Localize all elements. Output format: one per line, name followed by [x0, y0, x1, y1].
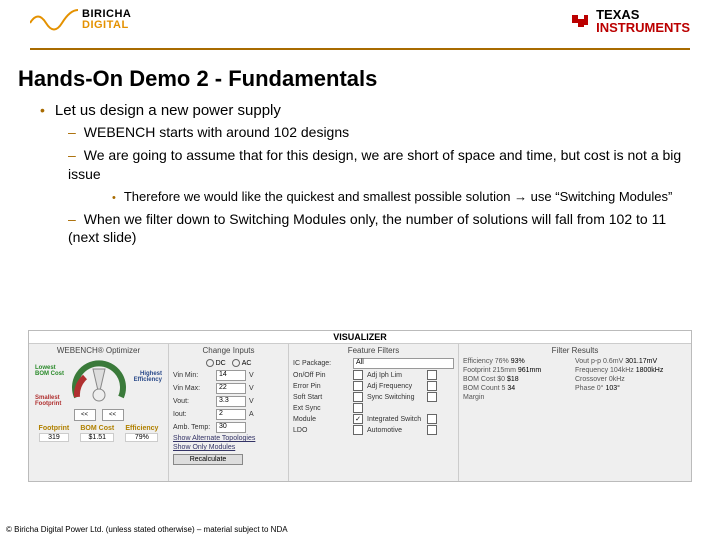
temp-input[interactable]: 30	[216, 422, 246, 433]
result-item: Crossover 0kHz	[575, 376, 687, 383]
feature-checkbox[interactable]	[353, 414, 363, 424]
feature-checkbox[interactable]	[427, 381, 437, 391]
filter-results-panel: Filter Results Efficiency 76% 93%Vout p-…	[459, 344, 691, 481]
gauge-label-cost: Lowest BOM Cost	[35, 365, 65, 377]
ti-chip-icon	[570, 11, 590, 31]
only-modules-link[interactable]: Show Only Modules	[173, 444, 284, 451]
header-divider	[30, 48, 690, 50]
bullet-l1: Let us design a new power supply WEBENCH…	[40, 102, 690, 247]
bullet-l3a: Therefore we would like the quickest and…	[112, 188, 690, 206]
feature-checkbox[interactable]	[353, 381, 363, 391]
bomcost-value: $1.51	[80, 433, 114, 442]
ti-logo: TEXAS INSTRUMENTS	[570, 8, 690, 34]
result-item: Phase 0° 103°	[575, 385, 687, 392]
result-item: Footprint 215mm 961mm	[463, 367, 575, 374]
vinmax-input[interactable]: 22	[216, 383, 246, 394]
ac-radio[interactable]: AC	[232, 359, 252, 367]
feature-checkbox[interactable]	[353, 370, 363, 380]
vout-input[interactable]: 3.3	[216, 396, 246, 407]
slide-title: Hands-On Demo 2 - Fundamentals	[18, 66, 377, 92]
footprint-value: 319	[39, 433, 70, 442]
brand-bottom: DIGITAL	[82, 19, 131, 31]
result-item: BOM Cost $0 $18	[463, 376, 575, 383]
result-item: Frequency 104kHz 1800kHz	[575, 367, 687, 374]
ti-text-bottom: INSTRUMENTS	[596, 21, 690, 34]
gauge-dial-icon[interactable]	[69, 357, 129, 407]
vinmin-input[interactable]: 14	[216, 370, 246, 381]
slide-content: Let us design a new power supply WEBENCH…	[40, 102, 690, 251]
gauge-label-eff: Highest Efficiency	[132, 371, 162, 383]
visualizer-panel: VISUALIZER WEBENCH® Optimizer Lowest BOM…	[28, 330, 692, 482]
feature-filters-panel: Feature Filters IC Package:AllOn/Off Pin…	[289, 344, 459, 481]
recalculate-button[interactable]: Recalculate	[173, 454, 243, 465]
footer-copyright: © Biricha Digital Power Ltd. (unless sta…	[6, 525, 288, 534]
feature-checkbox[interactable]	[427, 414, 437, 424]
bullet-l2b: We are going to assume that for this des…	[68, 146, 690, 206]
result-item: BOM Count 5 34	[463, 385, 575, 392]
iout-input[interactable]: 2	[216, 409, 246, 420]
optimizer-title: WEBENCH® Optimizer	[33, 346, 164, 355]
visualizer-title: VISUALIZER	[29, 331, 691, 344]
optimizer-panel: WEBENCH® Optimizer Lowest BOM Cost Highe…	[29, 344, 169, 481]
gauge-label-footprint: Smallest Footprint	[35, 395, 65, 407]
dial-right-button[interactable]: <<	[102, 409, 124, 421]
feature-row: LDOAutomotive	[293, 425, 454, 435]
dial-left-button[interactable]: <<	[74, 409, 96, 421]
feature-row: Error PinAdj Frequency	[293, 381, 454, 391]
feature-checkbox[interactable]	[353, 392, 363, 402]
result-item: Efficiency 76% 93%	[463, 358, 575, 365]
bullet-l2a: WEBENCH starts with around 102 designs	[68, 123, 690, 142]
biricha-logo: BIRICHA DIGITAL	[30, 8, 131, 38]
result-item: Margin	[463, 394, 575, 401]
feature-checkbox[interactable]	[427, 392, 437, 402]
feature-row: Soft StartSync Switching	[293, 392, 454, 402]
feature-row: On/Off PinAdj Iph Lim	[293, 370, 454, 380]
dc-radio[interactable]: DC	[206, 359, 226, 367]
efficiency-value: 79%	[125, 433, 158, 442]
feature-row: IC Package:All	[293, 358, 454, 369]
slide-header: BIRICHA DIGITAL TEXAS INSTRUMENTS	[0, 0, 720, 54]
result-item: Vout p-p 0.6mV 301.17mV	[575, 358, 687, 365]
feature-checkbox[interactable]	[427, 425, 437, 435]
sine-wave-icon	[30, 8, 78, 38]
feature-checkbox[interactable]	[353, 425, 363, 435]
feature-row: Ext Sync	[293, 403, 454, 413]
alt-topologies-link[interactable]: Show Alternate Topologies	[173, 435, 284, 442]
bullet-l2c: When we filter down to Switching Modules…	[68, 210, 690, 248]
change-inputs-panel: Change Inputs DC AC Vin Min:14V Vin Max:…	[169, 344, 289, 481]
feature-select[interactable]: All	[353, 358, 454, 369]
feature-checkbox[interactable]	[353, 403, 363, 413]
feature-checkbox[interactable]	[427, 370, 437, 380]
feature-row: ModuleIntegrated Switch	[293, 414, 454, 424]
